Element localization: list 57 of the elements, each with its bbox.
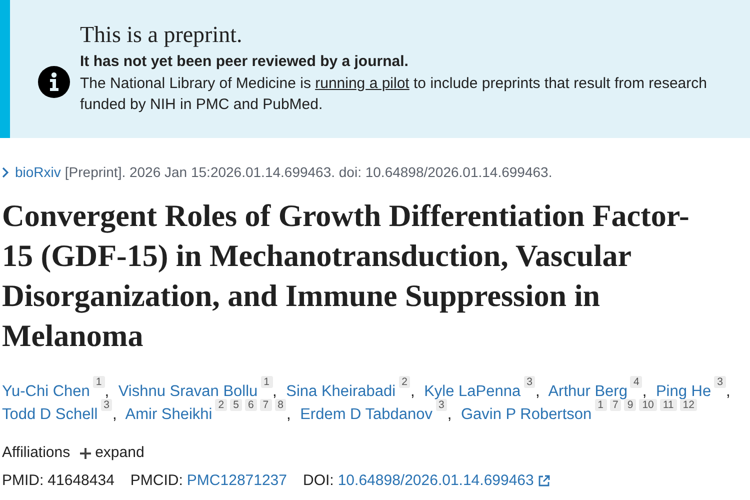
affiliation-link[interactable]: 1 bbox=[594, 398, 606, 411]
author-separator: , bbox=[535, 383, 540, 400]
author-link[interactable]: Arthur Berg bbox=[548, 383, 628, 400]
affiliation-link[interactable]: 3 bbox=[524, 376, 536, 388]
id-value: 41648434 bbox=[48, 471, 114, 491]
affiliation-link[interactable]: 7 bbox=[260, 398, 272, 411]
plus-icon bbox=[80, 448, 92, 458]
author-link[interactable]: Vishnu Sravan Bollu bbox=[118, 383, 258, 400]
author-separator: , bbox=[104, 383, 110, 400]
affiliation-link[interactable]: 3 bbox=[100, 398, 112, 411]
article-title: Convergent Roles of Growth Differentiation Factor-15 (GDF-15) in Mechanotransduction, Vascular Disorganization, and Immune Suppression in Melanoma bbox=[2, 197, 690, 355]
author-link[interactable]: Gavin P Robertson bbox=[460, 406, 592, 423]
id-label: PMID: bbox=[2, 471, 44, 491]
affiliation-link[interactable]: 3 bbox=[714, 376, 726, 388]
author-separator: , bbox=[642, 383, 647, 400]
author-separator: , bbox=[447, 406, 452, 423]
author-link[interactable]: Erdem D Tabdanov bbox=[300, 406, 432, 423]
id-label: PMCID: bbox=[130, 471, 183, 491]
affiliation-link[interactable]: 10 bbox=[639, 398, 657, 411]
affiliation-link[interactable]: 2 bbox=[398, 376, 410, 388]
notice-text: The National Library of Medicine is running a pilot to include preprints that result from research funded by NIH in PMC and PubMed. bbox=[80, 74, 708, 115]
expand-button[interactable]: expand bbox=[80, 443, 144, 463]
doi-link[interactable]: 10.64898/2026.01.14.699463 bbox=[338, 471, 534, 491]
author-link[interactable]: Sina Kheirabadi bbox=[286, 383, 396, 400]
pilot-link[interactable]: running a pilot bbox=[315, 75, 410, 92]
affiliation-link[interactable]: 1 bbox=[260, 376, 273, 388]
affiliation-link[interactable]: 6 bbox=[244, 398, 257, 411]
affiliation-link[interactable]: 9 bbox=[624, 398, 636, 411]
citation-details: [Preprint]. 2026 Jan 15:2026.01.14.699463. doi: 10.64898/2026.01.14.699463. bbox=[64, 163, 552, 182]
chevron-icon bbox=[2, 166, 9, 178]
affiliation-link[interactable]: 4 bbox=[630, 376, 642, 388]
affiliation-link[interactable]: 1 bbox=[92, 376, 105, 388]
author-link[interactable]: Yu-Chi Chen bbox=[2, 383, 90, 400]
author-link[interactable]: Ping He bbox=[656, 383, 712, 400]
author-link[interactable]: Todd D Schell bbox=[2, 406, 98, 423]
affiliation-link[interactable]: 8 bbox=[274, 398, 286, 411]
author-link[interactable]: Kyle LaPenna bbox=[424, 383, 521, 400]
author-separator: , bbox=[410, 383, 415, 400]
info-icon bbox=[38, 66, 70, 98]
notice-title: This is a preprint. bbox=[80, 21, 244, 49]
author-separator: , bbox=[112, 406, 117, 423]
id-link[interactable]: PMC12871237 bbox=[186, 471, 287, 491]
external-link-icon[interactable] bbox=[538, 475, 550, 487]
affiliation-link[interactable]: 11 bbox=[660, 398, 677, 411]
affiliations-label: Affiliations bbox=[2, 443, 70, 463]
affiliation-link[interactable]: 5 bbox=[230, 398, 242, 411]
author-link[interactable]: Amir Sheikhi bbox=[125, 406, 212, 423]
affiliation-link[interactable]: 12 bbox=[680, 398, 698, 411]
source-link[interactable]: bioRxiv bbox=[15, 162, 61, 182]
author-separator: , bbox=[286, 406, 291, 423]
affiliation-link[interactable]: 7 bbox=[610, 398, 622, 411]
notice-subtitle: It has not yet been peer reviewed by a journal. bbox=[80, 52, 410, 72]
affiliation-link[interactable]: 2 bbox=[215, 398, 228, 411]
id-label: DOI: bbox=[303, 471, 334, 491]
author-separator: , bbox=[726, 383, 730, 400]
affiliation-link[interactable]: 3 bbox=[436, 398, 448, 411]
author-separator: , bbox=[272, 383, 277, 400]
